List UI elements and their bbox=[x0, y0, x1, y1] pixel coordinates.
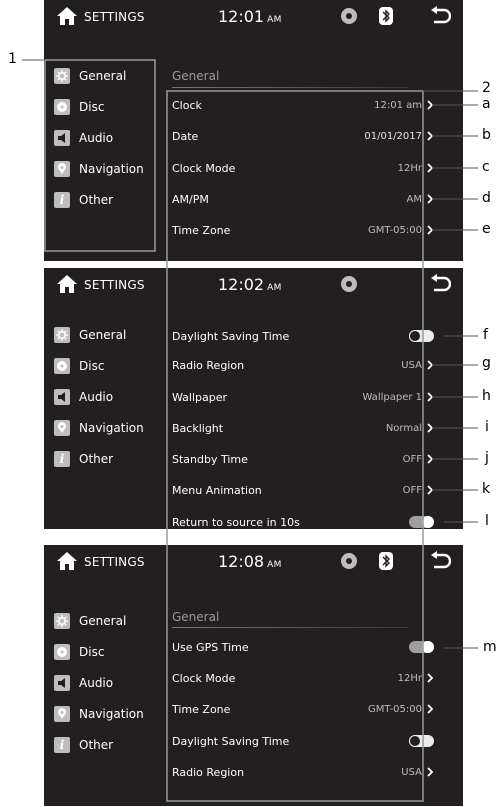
callout-label: i bbox=[485, 419, 489, 435]
callout-label: m bbox=[483, 639, 497, 655]
settings-highlight-box bbox=[166, 90, 424, 802]
callout-label: l bbox=[485, 513, 489, 529]
callout-overlay bbox=[22, 59, 478, 802]
callout-label: 1 bbox=[8, 51, 17, 67]
callout-label: 2 bbox=[482, 80, 491, 96]
sidebar-highlight-box bbox=[44, 59, 156, 252]
callout-label: d bbox=[482, 190, 491, 206]
callout-label: a bbox=[482, 96, 491, 112]
callout-label: j bbox=[485, 450, 489, 466]
callout-label: k bbox=[482, 481, 491, 497]
callout-label: f bbox=[483, 327, 488, 343]
callout-label: h bbox=[482, 388, 491, 404]
callout-label: e bbox=[482, 221, 491, 237]
callout-label: g bbox=[482, 355, 491, 371]
callout-label: c bbox=[482, 159, 490, 175]
callout-label: b bbox=[482, 127, 491, 143]
